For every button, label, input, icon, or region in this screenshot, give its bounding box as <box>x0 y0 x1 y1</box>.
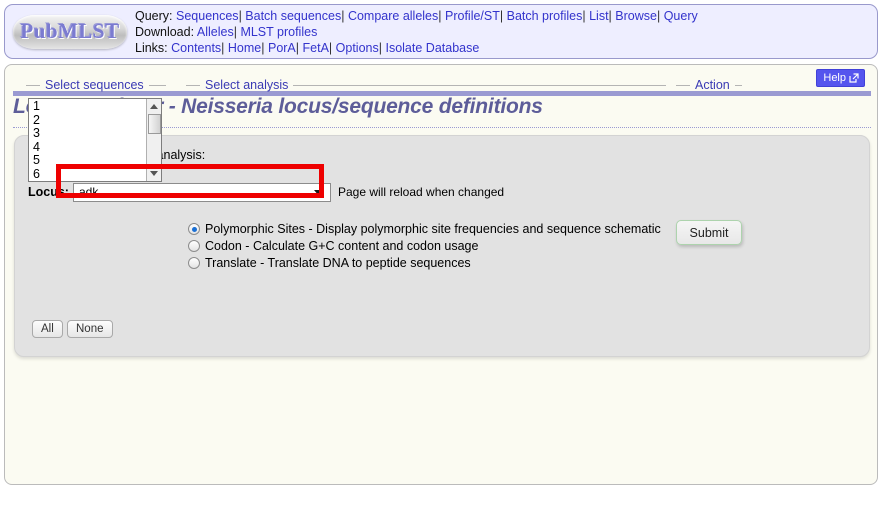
top-navigation-panel: PubMLST Query: Sequences| Batch sequence… <box>4 4 878 59</box>
select-analysis-fieldset: Select analysis <box>186 78 666 92</box>
select-none-button[interactable]: None <box>67 320 113 338</box>
scroll-up-arrow-icon[interactable] <box>150 104 158 109</box>
nav-separator: | <box>656 9 661 23</box>
select-sequences-fieldset: Select sequences <box>26 78 166 92</box>
nav-row-links: Links: Contents| Home| PorA| FetA| Optio… <box>135 40 877 56</box>
nav-link-contents[interactable]: Contents <box>171 41 221 55</box>
select-sequences-legend: Select sequences <box>45 78 144 92</box>
nav-link-sequences[interactable]: Sequences <box>176 9 239 23</box>
radio-label-polymorphic-sites: Polymorphic Sites - Display polymorphic … <box>205 222 661 236</box>
pubmlst-logo: PubMLST <box>11 14 129 49</box>
radio-label-codon: Codon - Calculate G+C content and codon … <box>205 239 479 253</box>
nav-separator: | <box>438 9 442 23</box>
list-item[interactable]: 3 <box>33 127 40 141</box>
nav-row-download: Download: Alleles| MLST profiles <box>135 24 877 40</box>
listbox-scrollbar[interactable] <box>146 99 161 181</box>
nav-separator: | <box>238 9 242 23</box>
help-button[interactable]: Help <box>816 69 865 87</box>
sequence-listbox-items: 1 2 3 4 5 6 <box>29 99 40 181</box>
radio-option-codon[interactable]: Codon - Calculate G+C content and codon … <box>188 239 478 253</box>
nav-link-isolate-database[interactable]: Isolate Database <box>385 41 479 55</box>
nav-link-browse[interactable]: Browse <box>615 9 657 23</box>
logo-shape: PubMLST <box>13 14 127 49</box>
nav-separator: | <box>328 41 333 55</box>
list-item[interactable]: 1 <box>33 99 40 114</box>
nav-link-alleles[interactable]: Alleles <box>197 25 234 39</box>
radio-button-icon[interactable] <box>188 240 200 252</box>
nav-separator: | <box>499 9 504 23</box>
locus-label: Locus: <box>28 185 69 199</box>
nav-link-options[interactable]: Options <box>336 41 379 55</box>
nav-row-download-label: Download: <box>135 25 195 39</box>
nav-row-query: Query: Sequences| Batch sequences| Compa… <box>135 8 877 24</box>
nav-link-profile-st[interactable]: Profile/ST <box>445 9 500 23</box>
list-item[interactable]: 6 <box>33 167 40 181</box>
nav-link-feta[interactable]: FetA <box>303 41 329 55</box>
nav-separator: | <box>221 41 225 55</box>
list-item[interactable]: 2 <box>33 113 40 128</box>
help-button-label: Help <box>823 72 846 84</box>
nav-row-query-label: Query: <box>135 9 173 23</box>
nav-link-query[interactable]: Query <box>664 9 698 23</box>
nav-separator: | <box>582 9 586 23</box>
scroll-down-arrow-icon[interactable] <box>150 171 158 176</box>
locus-select-value: adk <box>78 185 99 199</box>
scrollbar-thumb[interactable] <box>148 114 161 134</box>
locus-select[interactable]: adk <box>72 182 331 202</box>
nav-separator: | <box>378 41 382 55</box>
action-legend: Action <box>695 78 730 92</box>
locus-selection-row: Locus: adk Page will reload when changed <box>28 179 504 205</box>
help-row: Help <box>816 69 865 87</box>
radio-option-polymorphic-sites[interactable]: Polymorphic Sites - Display polymorphic … <box>188 222 661 236</box>
submit-button[interactable]: Submit <box>676 220 742 245</box>
nav-link-mlst-profiles[interactable]: MLST profiles <box>240 25 317 39</box>
nav-link-home[interactable]: Home <box>228 41 261 55</box>
locus-select-wrapper: adk <box>72 182 331 202</box>
nav-link-batch-sequences[interactable]: Batch sequences <box>245 9 341 23</box>
nav-separator: | <box>261 41 265 55</box>
nav-link-pora[interactable]: PorA <box>268 41 296 55</box>
select-all-button[interactable]: All <box>32 320 63 338</box>
nav-link-rows: Query: Sequences| Batch sequences| Compa… <box>135 7 877 56</box>
sequence-listbox[interactable]: 1 2 3 4 5 6 <box>28 98 162 182</box>
nav-link-list[interactable]: List <box>589 9 608 23</box>
nav-separator: | <box>233 25 237 39</box>
radio-label-translate: Translate - Translate DNA to peptide seq… <box>205 256 471 270</box>
external-link-icon <box>849 73 859 83</box>
list-item[interactable]: 5 <box>33 154 40 168</box>
radio-button-icon[interactable] <box>188 223 200 235</box>
nav-separator: | <box>341 9 345 23</box>
nav-link-compare-alleles[interactable]: Compare alleles <box>348 9 438 23</box>
radio-button-icon[interactable] <box>188 257 200 269</box>
nav-row-links-label: Links: <box>135 41 168 55</box>
nav-link-batch-profiles[interactable]: Batch profiles <box>507 9 583 23</box>
nav-separator: | <box>608 9 612 23</box>
nav-separator: | <box>295 41 300 55</box>
list-item[interactable]: 4 <box>33 140 40 155</box>
action-fieldset: Action <box>676 78 742 92</box>
radio-option-translate[interactable]: Translate - Translate DNA to peptide seq… <box>188 256 471 270</box>
select-analysis-legend: Select analysis <box>205 78 289 92</box>
logo-text: PubMLST <box>20 19 120 43</box>
locus-reload-note: Page will reload when changed <box>337 185 505 199</box>
